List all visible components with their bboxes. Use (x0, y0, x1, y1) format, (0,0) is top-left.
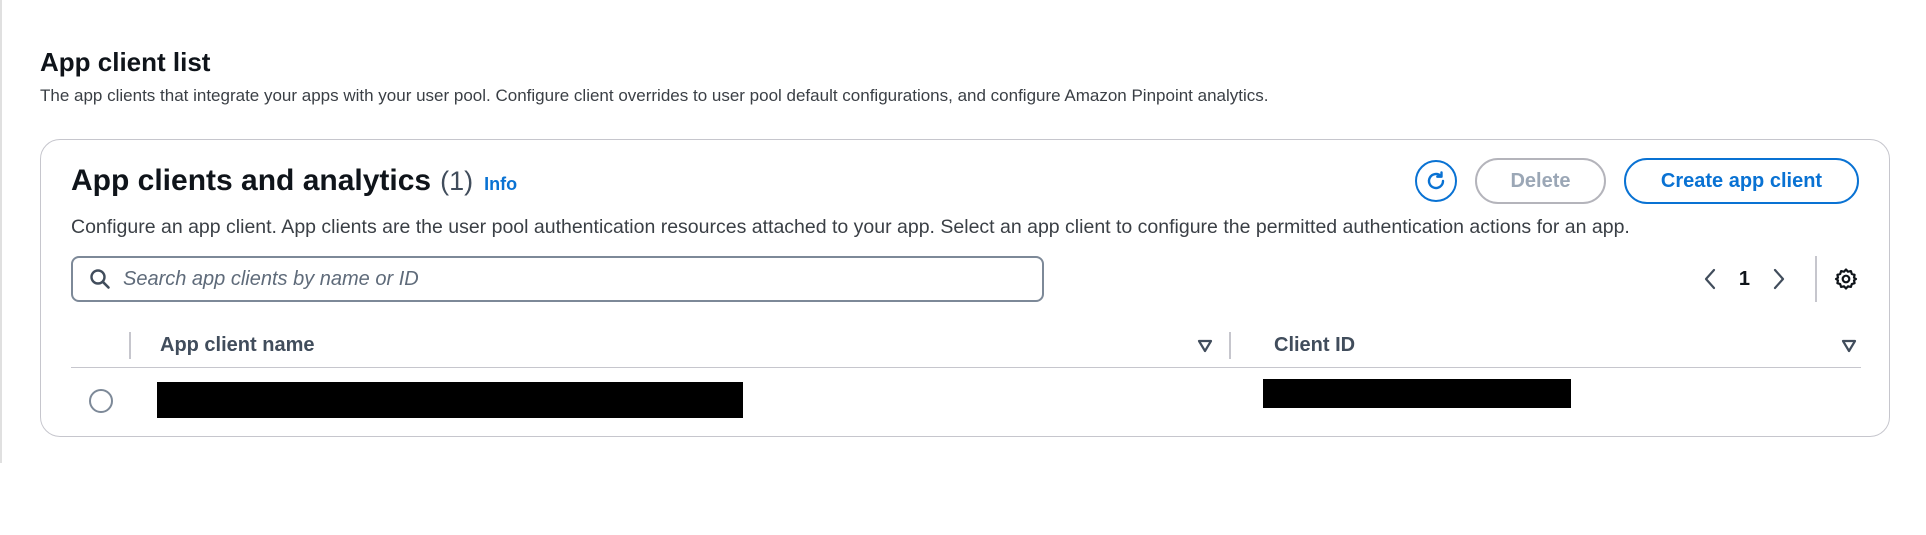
pagination-divider (1815, 256, 1817, 302)
panel-title: App clients and analytics (71, 164, 432, 197)
row-select-radio[interactable] (89, 389, 113, 413)
column-divider[interactable] (1229, 332, 1231, 359)
panel-actions: Delete Create app client (1415, 158, 1859, 204)
search-icon (89, 268, 111, 290)
section-title: App client list (40, 47, 211, 77)
table-row[interactable] (71, 368, 1861, 436)
left-border (0, 0, 2, 463)
column-divider (129, 332, 131, 359)
column-header-app-client-name[interactable]: App client name (160, 334, 314, 357)
section-description: The app clients that integrate your apps… (40, 86, 1269, 105)
table-header: App client name Client ID (71, 322, 1861, 368)
sort-caret-icon[interactable] (1197, 339, 1213, 353)
column-header-client-id[interactable]: Client ID (1274, 334, 1355, 357)
search-box (71, 256, 1044, 302)
refresh-icon (1427, 171, 1445, 190)
panel-header: App clients and analytics (1) Info (71, 164, 517, 198)
chevron-left-icon[interactable] (1698, 267, 1722, 291)
page-number[interactable]: 1 (1739, 268, 1750, 291)
pagination: 1 (1698, 256, 1859, 302)
panel-count: (1) (440, 166, 474, 196)
info-link[interactable]: Info (484, 174, 517, 195)
app-clients-table: App client name Client ID (71, 322, 1861, 436)
panel-description: Configure an app client. App clients are… (71, 216, 1630, 238)
delete-button[interactable]: Delete (1475, 158, 1606, 204)
create-app-client-button[interactable]: Create app client (1624, 158, 1859, 204)
sort-caret-icon[interactable] (1841, 339, 1857, 353)
app-clients-panel: App clients and analytics (1) Info Delet… (40, 139, 1890, 437)
refresh-button[interactable] (1415, 160, 1457, 202)
gear-icon[interactable] (1833, 266, 1859, 292)
chevron-right-icon[interactable] (1767, 267, 1791, 291)
redacted-app-client-name (157, 382, 743, 418)
redacted-client-id (1263, 379, 1571, 408)
search-input[interactable] (121, 266, 1005, 292)
